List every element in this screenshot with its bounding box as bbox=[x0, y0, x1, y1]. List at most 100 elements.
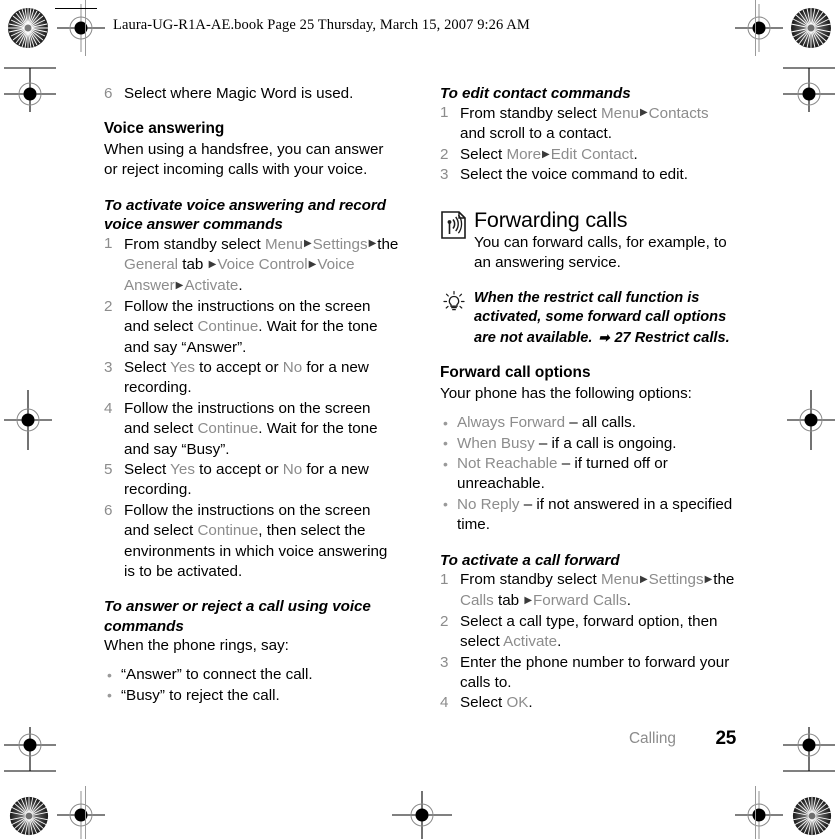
step-list-continued: 6 Select where Magic Word is used. bbox=[104, 84, 400, 104]
ui-term: Settings bbox=[312, 235, 368, 253]
text-run: Select a call type, forward option, then… bbox=[460, 612, 718, 651]
ui-term: Menu bbox=[264, 235, 303, 253]
step-text: Select Yes to accept or No for a new rec… bbox=[124, 461, 369, 498]
left-column: 6 Select where Magic Word is used. Voice… bbox=[104, 84, 400, 706]
lightbulb-tip-icon bbox=[443, 290, 465, 310]
step-text: Select the voice command to edit. bbox=[460, 166, 688, 183]
list-item: “Answer” to connect the call. bbox=[104, 665, 400, 686]
text-run: Select bbox=[460, 146, 507, 164]
gutter-rule-bottom-right bbox=[755, 786, 756, 839]
right-column: To edit contact commands 1 From standby s… bbox=[440, 84, 736, 714]
ui-term: Contacts bbox=[648, 104, 709, 122]
step-text: Select Yes to accept or No for a new rec… bbox=[124, 359, 369, 396]
menu-separator-icon: ▶ bbox=[208, 258, 217, 270]
gutter-rule-top-right bbox=[755, 0, 756, 56]
text-run: Select bbox=[460, 694, 507, 712]
ui-term: General bbox=[124, 256, 179, 274]
menu-separator-icon: ▶ bbox=[303, 238, 312, 250]
task-heading-answer-reject-voice: To answer or reject a call using voice c… bbox=[104, 598, 371, 635]
step-text: Select where Magic Word is used. bbox=[124, 85, 354, 102]
trim-crosshair-lower-right bbox=[783, 727, 835, 772]
menu-separator-icon: ▶ bbox=[639, 107, 648, 119]
ui-term: OK bbox=[506, 694, 529, 712]
text-run: Select the voice command to edit. bbox=[460, 166, 688, 184]
list-item: 3 Select Yes to accept or No for a new re… bbox=[104, 358, 400, 399]
sunburst-target-mark-bottom-left bbox=[9, 796, 49, 836]
text-run: . bbox=[633, 146, 638, 164]
task-heading-edit-contact-commands: To edit contact commands bbox=[440, 85, 631, 102]
step-list-activate-call-forward: 1 From standby select Menu▶Settings▶the C… bbox=[440, 570, 736, 714]
ui-term: More bbox=[506, 146, 542, 164]
list-item: “Busy” to reject the call. bbox=[104, 685, 400, 706]
step-number: 4 bbox=[440, 694, 449, 712]
step-number: 1 bbox=[440, 570, 449, 588]
text-run: From standby select bbox=[460, 104, 601, 122]
step-number: 6 bbox=[104, 85, 113, 102]
list-item: 5 Select Yes to accept or No for a new re… bbox=[104, 460, 400, 501]
section-forwarding-calls: Forwarding calls You can forward calls, … bbox=[440, 208, 736, 274]
step-number: 1 bbox=[104, 235, 113, 253]
list-item: 4 Select OK. bbox=[440, 693, 736, 713]
step-text: Follow the instructions on the screen an… bbox=[124, 298, 378, 356]
menu-separator-icon: ▶ bbox=[368, 238, 377, 250]
list-item: 2 Select a call type, forward option, the… bbox=[440, 612, 736, 653]
ui-term: Yes bbox=[170, 358, 195, 376]
registration-crosshair-top-right bbox=[735, 4, 783, 52]
text-run: tab bbox=[493, 592, 524, 610]
registration-crosshair-bottom-right bbox=[735, 791, 783, 839]
trim-crosshair-upper-left bbox=[4, 67, 56, 112]
registration-crosshair-mid-left bbox=[4, 390, 52, 450]
step-number: 6 bbox=[104, 501, 113, 519]
ui-term: No bbox=[282, 461, 303, 478]
page-header-line: Laura-UG-R1A-AE.book Page 25 Thursday, M… bbox=[113, 17, 530, 33]
menu-separator-icon: ▶ bbox=[175, 279, 184, 291]
text-run: . bbox=[238, 277, 243, 295]
subheading-voice-answering: Voice answering bbox=[104, 120, 225, 138]
text-run: . bbox=[626, 592, 631, 610]
sunburst-target-mark-top-right bbox=[790, 7, 832, 49]
step-text: From standby select Menu▶Settings▶the Ca… bbox=[460, 571, 734, 609]
step-number: 3 bbox=[440, 653, 449, 671]
list-item: When Busy – if a call is ongoing. bbox=[440, 433, 736, 454]
sunburst-target-mark-bottom-right bbox=[792, 796, 832, 836]
ui-term: Voice Control bbox=[217, 256, 308, 274]
menu-separator-icon: ▶ bbox=[308, 258, 317, 270]
menu-separator-icon: ▶ bbox=[639, 573, 648, 585]
page-footer: Calling 25 bbox=[440, 728, 736, 754]
list-item: 1 From standby select Menu▶Settings▶the C… bbox=[440, 570, 736, 612]
text-run: and scroll to a contact. bbox=[460, 125, 612, 143]
step-number: 2 bbox=[440, 145, 449, 163]
text-run: to accept or bbox=[194, 358, 283, 376]
text-run: Enter the phone number to forward your c… bbox=[460, 653, 730, 691]
menu-separator-icon: ▶ bbox=[542, 148, 550, 160]
text-run: tab bbox=[178, 256, 208, 274]
ui-term: Edit Contact bbox=[550, 146, 634, 164]
ui-term: Activate bbox=[184, 277, 239, 295]
bullet-list-voice-commands: “Answer” to connect the call.“Busy” to r… bbox=[104, 665, 400, 706]
menu-separator-icon: ▶ bbox=[704, 573, 713, 585]
list-item: 1 From standby select Menu▶Settings▶the G… bbox=[104, 234, 400, 297]
footer-page-number: 25 bbox=[715, 728, 736, 749]
step-number: 1 bbox=[440, 104, 449, 122]
trim-crosshair-upper-right bbox=[783, 67, 835, 112]
list-item: 6 Select where Magic Word is used. bbox=[104, 84, 400, 104]
step-text: Select OK. bbox=[460, 694, 533, 711]
ui-term: No Reply bbox=[457, 495, 520, 513]
cross-reference-arrow-icon: ➡ bbox=[598, 329, 610, 345]
list-item: 3 Select the voice command to edit. bbox=[440, 165, 736, 185]
voice-answering-body: When using a handsfree, you can answer o… bbox=[104, 140, 384, 179]
ui-term: Always Forward bbox=[457, 414, 566, 432]
text-run: 27 Restrict calls. bbox=[610, 329, 730, 346]
list-item: 2 Follow the instructions on the screen a… bbox=[104, 297, 400, 358]
ui-term: Not Reachable bbox=[457, 455, 558, 473]
step-number: 3 bbox=[104, 358, 113, 376]
header-trim-rule bbox=[55, 8, 97, 9]
text-run: to accept or bbox=[194, 461, 283, 478]
step-text: Follow the instructions on the screen an… bbox=[124, 502, 387, 580]
step-number: 5 bbox=[104, 461, 113, 478]
registration-crosshair-bottom-center bbox=[392, 791, 452, 839]
bullet-list-forward-options: Always Forward – all calls.When Busy – i… bbox=[440, 413, 736, 535]
footer-chapter-name: Calling bbox=[628, 730, 676, 747]
tip-note-text: When the restrict call function is activ… bbox=[474, 289, 736, 349]
text-run: the bbox=[377, 235, 399, 253]
